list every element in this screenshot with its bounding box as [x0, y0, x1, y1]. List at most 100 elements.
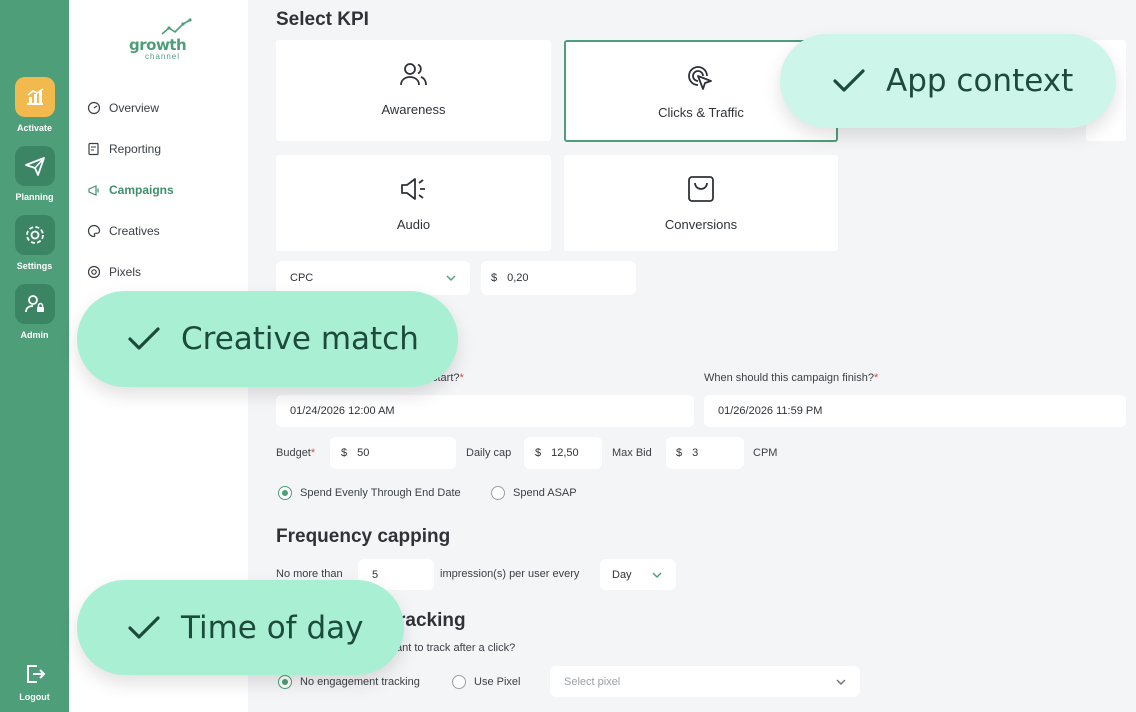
required-mark: *	[873, 372, 879, 384]
kpi-card-label: Awareness	[381, 102, 446, 117]
pixel-placeholder: Select pixel	[564, 675, 621, 688]
radio-empty-icon	[491, 486, 505, 500]
frequency-capping-heading: Frequency capping	[276, 526, 451, 547]
user-lock-icon	[14, 284, 55, 324]
currency-symbol: $	[676, 447, 683, 459]
palette-icon	[87, 224, 101, 238]
nav-item-creatives[interactable]: Creatives	[87, 224, 160, 238]
nav-label: Reporting	[109, 142, 162, 156]
pixel-select[interactable]: Select pixel	[550, 666, 860, 697]
badge-label: App context	[886, 63, 1074, 99]
pricing-model-value: CPC	[290, 272, 314, 284]
rail-item-activate[interactable]: Activate	[0, 77, 69, 133]
chevron-down-icon	[836, 679, 846, 685]
kpi-card-audio[interactable]: Audio	[276, 155, 551, 251]
rail-label: Activate	[16, 123, 52, 133]
rail-label: Settings	[16, 261, 53, 271]
pacing-even-radio[interactable]: Spend Evenly Through End Date	[278, 486, 461, 500]
chevron-down-icon	[652, 572, 662, 578]
logo-subtitle: channel	[145, 52, 181, 61]
radio-selected-icon	[278, 675, 292, 689]
currency-symbol: $	[491, 272, 498, 284]
frequency-period-value: Day	[612, 568, 632, 581]
currency-symbol: $	[341, 447, 348, 459]
radio-label: Use Pixel	[474, 676, 521, 688]
bag-icon	[688, 176, 714, 202]
tracking-none-radio[interactable]: No engagement tracking	[278, 675, 420, 689]
radio-empty-icon	[452, 675, 466, 689]
frequency-prefix: No more than	[276, 568, 343, 580]
budget-input[interactable]: $ 50	[330, 437, 456, 469]
daily-cap-label: Daily cap	[466, 447, 512, 459]
max-bid-label: Max Bid	[612, 447, 652, 459]
required-mark: *	[459, 372, 464, 384]
daily-cap-input[interactable]: $ 12,50	[524, 437, 602, 469]
frequency-suffix: impression(s) per user every	[440, 568, 580, 580]
tracking-question: ant to track after a click?	[396, 642, 516, 654]
chart-bars-icon	[14, 77, 55, 117]
tracking-pixel-radio[interactable]: Use Pixel	[452, 675, 520, 689]
tracking-heading: racking	[398, 610, 466, 631]
app-context-badge: App context	[780, 34, 1116, 128]
radio-label: Spend ASAP	[513, 487, 577, 499]
speaker-icon	[400, 178, 425, 200]
kpi-card-label: Audio	[396, 217, 431, 232]
target-icon	[87, 265, 101, 279]
budget-label: Budget*	[276, 447, 315, 459]
nav-label: Pixels	[109, 265, 142, 279]
time-of-day-badge: Time of day	[77, 580, 404, 675]
radio-label: Spend Evenly Through End Date	[300, 487, 461, 499]
radio-label: No engagement tracking	[300, 676, 420, 688]
logout-icon	[0, 662, 69, 686]
nav-item-reporting[interactable]: Reporting	[87, 142, 161, 156]
frequency-value: 5	[372, 568, 379, 581]
nav-item-pixels[interactable]: Pixels	[87, 265, 141, 279]
budget-label-text: Budget	[276, 447, 311, 459]
price-input[interactable]: $ 0,20	[481, 261, 636, 295]
gauge-icon	[87, 101, 101, 115]
nav-label: Overview	[109, 101, 160, 115]
nav-item-overview[interactable]: Overview	[87, 101, 159, 115]
checkmark-icon	[833, 69, 865, 92]
checkmark-icon	[128, 615, 160, 639]
frequency-period-select[interactable]: Day	[600, 559, 676, 590]
paper-plane-icon	[14, 146, 55, 186]
daily-cap-value: 12,50	[551, 447, 579, 459]
creative-match-badge: Creative match	[77, 291, 458, 387]
start-date-input[interactable]: 01/24/2026 12:00 AM	[276, 395, 694, 427]
cursor-click-icon	[688, 66, 712, 90]
report-icon	[87, 142, 101, 156]
trend-line-icon	[161, 18, 192, 35]
radio-selected-icon	[278, 486, 292, 500]
pacing-asap-radio[interactable]: Spend ASAP	[491, 486, 577, 500]
cpm-unit-label: CPM	[753, 447, 778, 459]
pricing-model-select[interactable]: CPC	[276, 261, 470, 295]
logout-label: Logout	[19, 692, 50, 702]
required-mark: *	[310, 447, 316, 459]
max-bid-value: 3	[692, 447, 699, 459]
chevron-down-icon	[446, 275, 456, 281]
megaphone-icon	[87, 183, 101, 197]
growth-channel-logo: growth channel	[129, 18, 199, 62]
nav-label: Creatives	[109, 224, 160, 238]
badge-label: Creative match	[181, 321, 419, 357]
finish-question-text: When should this campaign finish?	[704, 372, 874, 384]
rail-item-admin[interactable]: Admin	[0, 284, 69, 340]
kpi-card-label: Conversions	[664, 217, 738, 232]
rail-label: Planning	[15, 192, 54, 202]
select-kpi-heading: Select KPI	[276, 9, 369, 30]
max-bid-input[interactable]: $ 3	[666, 437, 744, 469]
rail-item-planning[interactable]: Planning	[0, 146, 69, 202]
checkmark-icon	[128, 327, 160, 350]
app-rail: Activate Planning Settings Admin Logout	[0, 0, 69, 712]
currency-symbol: $	[535, 447, 542, 459]
rail-item-settings[interactable]: Settings	[0, 215, 69, 271]
kpi-card-conversions[interactable]: Conversions	[564, 155, 838, 251]
kpi-card-awareness[interactable]: Awareness	[276, 40, 551, 141]
logout-button[interactable]: Logout	[0, 662, 69, 702]
end-date-input[interactable]: 01/26/2026 11:59 PM	[704, 395, 1126, 427]
users-icon	[399, 63, 427, 86]
rail-label: Admin	[20, 330, 49, 340]
nav-item-campaigns[interactable]: Campaigns	[87, 183, 174, 197]
gear-icon	[14, 215, 55, 255]
